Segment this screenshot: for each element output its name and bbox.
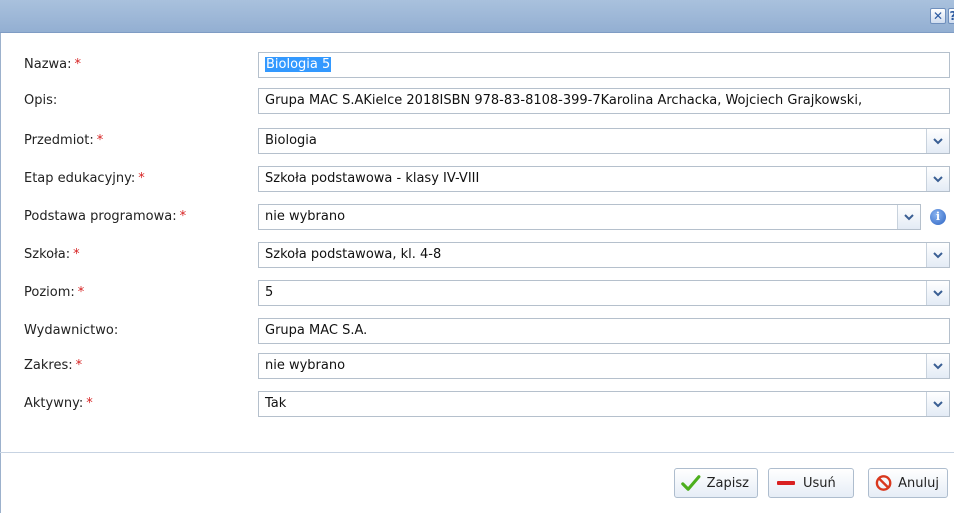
chevron-down-icon[interactable]	[926, 392, 949, 416]
form-row-aktywny: Aktywny: * Tak	[0, 391, 954, 417]
chevron-down-icon[interactable]	[926, 167, 949, 191]
form-row-wydawnictwo: Wydawnictwo: Grupa MAC S.A.	[0, 318, 954, 344]
field-label: Zakres: *	[24, 358, 83, 373]
form-row-zakres: Zakres: * nie wybrano	[0, 353, 954, 379]
field-label: Szkoła: *	[24, 247, 80, 262]
nazwa-input[interactable]: Biologia 5	[258, 52, 950, 78]
przedmiot-select[interactable]: Biologia	[258, 128, 950, 154]
przedmiot-value: Biologia	[265, 133, 317, 148]
chevron-down-icon[interactable]	[926, 354, 949, 378]
form-row-przedmiot: Przedmiot: * Biologia	[0, 128, 954, 154]
etap-value: Szkoła podstawowa - klasy IV-VIII	[265, 171, 480, 186]
form-row-poziom: Poziom: * 5	[0, 280, 954, 306]
aktywny-select[interactable]: Tak	[258, 391, 950, 417]
wydawnictwo-input[interactable]: Grupa MAC S.A.	[258, 318, 950, 344]
close-icon[interactable]: ✕	[930, 8, 946, 24]
podstawa-value: nie wybrano	[265, 209, 346, 224]
field-label: Nazwa: *	[24, 57, 82, 72]
chevron-down-icon[interactable]	[926, 281, 949, 305]
etap-select[interactable]: Szkoła podstawowa - klasy IV-VIII	[258, 166, 950, 192]
form-row-nazwa: Nazwa: * Biologia 5	[0, 52, 954, 78]
field-label: Poziom: *	[24, 285, 85, 300]
field-label: Opis:	[24, 93, 58, 108]
delete-button[interactable]: Usuń	[768, 468, 854, 498]
save-button[interactable]: Zapisz	[674, 468, 758, 498]
nazwa-value: Biologia 5	[265, 57, 332, 72]
aktywny-value: Tak	[265, 396, 287, 411]
minus-icon	[777, 481, 795, 485]
zakres-select[interactable]: nie wybrano	[258, 353, 950, 379]
cancel-label: Anuluj	[898, 475, 939, 491]
footer-divider	[0, 452, 954, 453]
opis-input[interactable]: Grupa MAC S.AKielce 2018ISBN 978-83-8108…	[258, 88, 950, 114]
info-icon[interactable]: i	[930, 209, 946, 225]
cancel-button[interactable]: Anuluj	[868, 468, 948, 498]
save-label: Zapisz	[706, 475, 749, 491]
required-mark: *	[75, 358, 83, 373]
field-label: Wydawnictwo:	[24, 323, 119, 338]
zakres-value: nie wybrano	[265, 358, 346, 373]
szkola-select[interactable]: Szkoła podstawowa, kl. 4-8	[258, 242, 950, 268]
podstawa-select[interactable]: nie wybrano	[258, 204, 921, 230]
required-mark: *	[73, 247, 80, 262]
form-row-opis: Opis: Grupa MAC S.AKielce 2018ISBN 978-8…	[0, 88, 954, 114]
cancel-icon	[875, 475, 892, 491]
wydawnictwo-value: Grupa MAC S.A.	[265, 323, 368, 338]
field-label: Etap edukacyjny: *	[24, 171, 145, 186]
help-icon[interactable]: ?	[948, 8, 954, 24]
chevron-down-icon[interactable]	[926, 243, 949, 267]
required-mark: *	[138, 171, 145, 186]
delete-label: Usuń	[803, 475, 836, 491]
required-mark: *	[74, 57, 82, 72]
required-mark: *	[77, 285, 85, 300]
form-row-podstawa: Podstawa programowa: * nie wybrano i	[0, 204, 954, 230]
required-mark: *	[96, 133, 104, 148]
dialog-titlebar: ✕ ?	[0, 0, 954, 33]
required-mark: *	[179, 209, 187, 224]
poziom-select[interactable]: 5	[258, 280, 950, 306]
szkola-value: Szkoła podstawowa, kl. 4-8	[265, 247, 442, 262]
chevron-down-icon[interactable]	[897, 205, 920, 229]
field-label: Podstawa programowa: *	[24, 209, 187, 224]
opis-value: Grupa MAC S.AKielce 2018ISBN 978-83-8108…	[265, 93, 863, 108]
field-label: Przedmiot: *	[24, 133, 104, 148]
form-row-szkola: Szkoła: * Szkoła podstawowa, kl. 4-8	[0, 242, 954, 268]
chevron-down-icon[interactable]	[926, 129, 949, 153]
poziom-value: 5	[265, 285, 274, 300]
form-row-etap: Etap edukacyjny: * Szkoła podstawowa - kl…	[0, 166, 954, 192]
required-mark: *	[86, 396, 93, 411]
field-label: Aktywny: *	[24, 396, 93, 411]
checkmark-icon	[681, 475, 701, 491]
